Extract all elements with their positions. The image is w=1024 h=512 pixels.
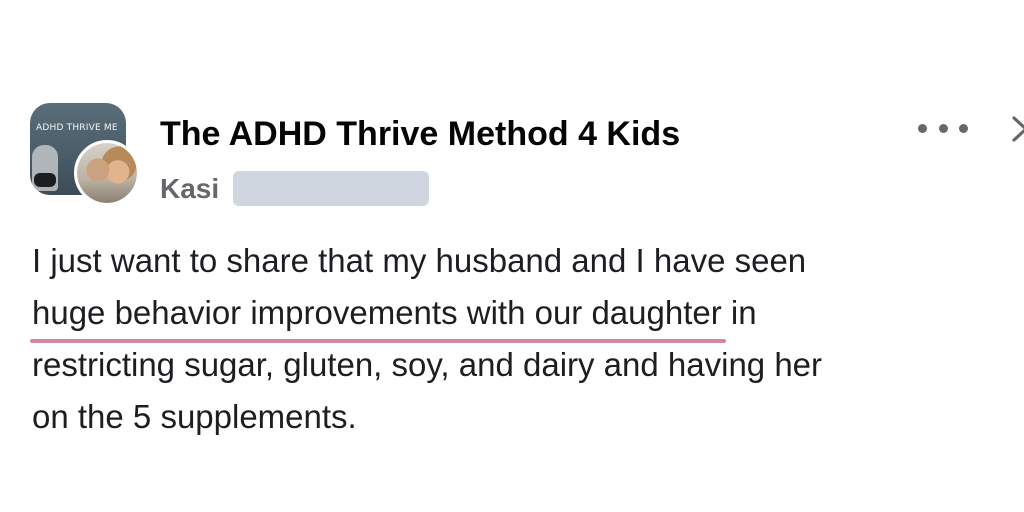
more-horizontal-icon-dot-2: [938, 123, 948, 133]
author-row: Kasi: [160, 171, 430, 206]
author-avatar[interactable]: [74, 140, 140, 206]
post-card: ADHD THRIVE ME The ADHD Thrive Method 4 …: [0, 0, 1024, 512]
post-text-fragment: in: [721, 294, 757, 331]
post-text: I just want to share that my husband and…: [30, 235, 1017, 443]
group-name[interactable]: The ADHD Thrive Method 4 Kids: [160, 115, 680, 154]
more-options-button[interactable]: [918, 114, 968, 142]
author-name[interactable]: Kasi: [160, 173, 219, 205]
highlighted-phrase: huge behavior improvements with our daug…: [30, 287, 726, 343]
post-text-line: on the 5 supplements.: [32, 398, 357, 435]
more-horizontal-icon: [918, 123, 927, 133]
post-text-line: restricting sugar, gluten, soy, and dair…: [32, 346, 823, 383]
redacted-name-bar: [233, 171, 430, 206]
close-button[interactable]: [1006, 112, 1024, 146]
post-text-line: huge behavior improvements with our daug…: [30, 287, 1017, 343]
group-avatar-detail: [34, 173, 56, 187]
more-horizontal-icon-dot-3: [959, 123, 968, 133]
group-avatar-banner-text: ADHD THRIVE ME: [36, 123, 118, 133]
post-text-line: I just want to share that my husband and…: [32, 242, 807, 279]
author-avatar-photo: [77, 143, 137, 203]
chevron-right-icon: [1012, 116, 1024, 142]
